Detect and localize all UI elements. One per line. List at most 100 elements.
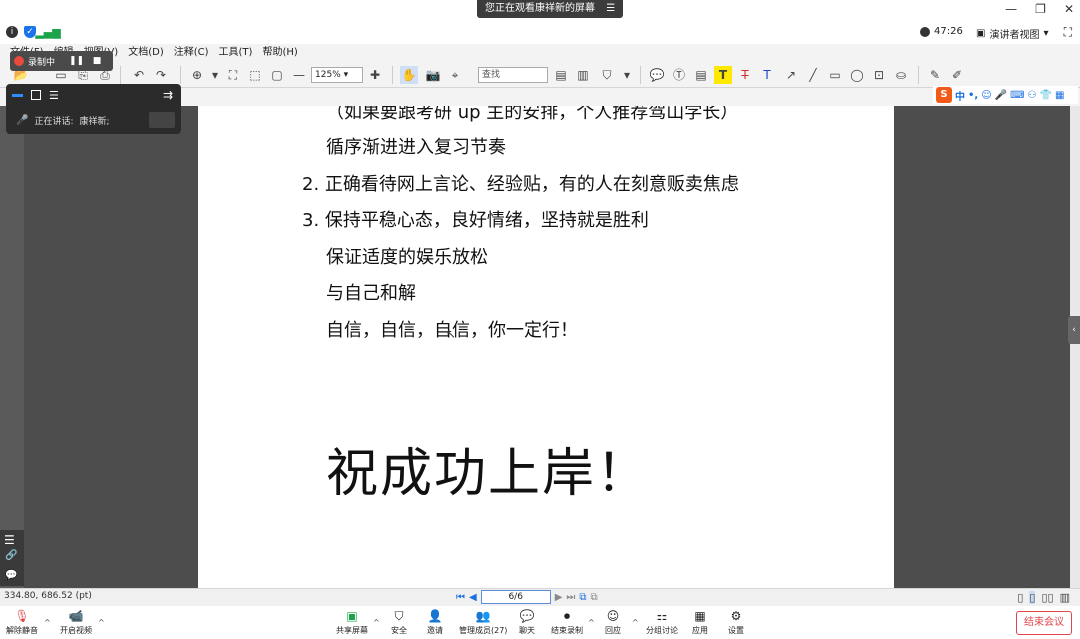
stamp-area-icon[interactable]: ⊡ <box>870 66 888 84</box>
emoji-icon[interactable]: ☺ <box>981 90 991 101</box>
single-page-icon[interactable]: ▯ <box>1017 591 1023 604</box>
speaker-panel[interactable]: ☰ ⇉ 🎤 正在讲话: 康祥新; <box>6 84 181 134</box>
list-icon[interactable]: ☰ <box>49 89 59 102</box>
chevron-up-icon[interactable]: ^ <box>44 618 51 627</box>
unmute-button[interactable]: 🎙 解除静音 <box>6 609 38 636</box>
chinese-mode-icon[interactable]: 中 <box>955 88 965 103</box>
menu-help[interactable]: 帮助(H) <box>262 44 297 62</box>
invite-label: 邀请 <box>427 626 443 635</box>
hand-tool-icon[interactable]: ✋ <box>400 66 418 84</box>
menu-icon[interactable]: ☰ <box>606 3 615 14</box>
stamp-icon[interactable]: ⛀ <box>892 66 910 84</box>
select-tool-icon[interactable]: ⌖ <box>446 66 464 84</box>
settings-button[interactable]: ⚙ 设置 <box>728 609 744 636</box>
meeting-timer: 47:26 <box>920 26 963 37</box>
members-label: 管理成员(27) <box>459 626 508 635</box>
vertical-scrollbar[interactable] <box>1070 106 1080 588</box>
recording-indicator[interactable]: 录制中 ❚❚ ■ <box>10 51 113 71</box>
settings-label: 设置 <box>728 626 744 635</box>
start-video-button[interactable]: 📹 开启视频 <box>60 609 92 636</box>
menu-comment[interactable]: 注释(C) <box>174 44 209 62</box>
rectangle-icon[interactable]: ▭ <box>826 66 844 84</box>
snapshot-icon[interactable]: 📷 <box>424 66 442 84</box>
grid-icon[interactable]: ▦ <box>1055 90 1064 101</box>
find-input[interactable]: 查找 <box>478 67 548 83</box>
stop-icon[interactable]: ■ <box>91 55 103 67</box>
signal-icon[interactable]: ▂▄▆ <box>35 26 60 39</box>
invite-button[interactable]: 👤 邀请 <box>427 609 443 636</box>
fit-width-icon[interactable]: ⬚ <box>246 66 264 84</box>
redo-icon[interactable]: ↷ <box>152 66 170 84</box>
collapse-panel-tab[interactable]: ‹ <box>1068 316 1080 344</box>
strikeout-icon[interactable]: T <box>736 66 754 84</box>
textbox-icon[interactable]: ▤ <box>692 66 710 84</box>
facing-page-icon[interactable]: ▯▯ <box>1041 591 1053 604</box>
sign-icon[interactable]: ✎ <box>926 66 944 84</box>
page-input[interactable]: 6/6 <box>480 590 551 604</box>
chat-button[interactable]: 💬 聊天 <box>519 609 535 636</box>
prev-view-icon[interactable]: ⧉ <box>579 592 586 603</box>
menu-tools[interactable]: 工具(T) <box>219 44 253 62</box>
end-meeting-button[interactable]: 结束会议 <box>1016 611 1072 635</box>
last-page-icon[interactable]: ⏭ <box>566 592 575 603</box>
find-prev-icon[interactable]: ▤ <box>552 66 570 84</box>
apps-button[interactable]: ▦ 应用 <box>692 609 708 636</box>
viewing-banner[interactable]: 您正在观看康祥新的屏幕 ☰ <box>477 0 624 18</box>
note-icon[interactable]: 💬 <box>648 66 666 84</box>
punctuation-icon[interactable]: •, <box>968 90 978 101</box>
breakout-button[interactable]: ⚏ 分组讨论 <box>646 609 678 636</box>
line-icon[interactable]: ╱ <box>804 66 822 84</box>
link-icon[interactable]: 🔗 <box>5 550 17 561</box>
undo-icon[interactable]: ↶ <box>130 66 148 84</box>
sogou-logo-icon[interactable]: S <box>936 87 952 103</box>
edit-doc-icon[interactable]: ✐ <box>948 66 966 84</box>
chevron-down-icon[interactable]: ▾ <box>618 66 636 84</box>
prev-page-icon[interactable]: ◀ <box>469 592 477 603</box>
voice-icon[interactable]: 🎤 <box>995 90 1007 101</box>
zoom-out-icon[interactable]: — <box>290 66 308 84</box>
chevron-up-icon[interactable]: ^ <box>588 618 595 627</box>
arrow-icon[interactable]: ↗ <box>782 66 800 84</box>
menu-document[interactable]: 文档(D) <box>128 44 164 62</box>
members-button[interactable]: 👥 管理成员(27) <box>459 609 507 636</box>
restore-icon[interactable]: ❐ <box>1035 2 1046 16</box>
continuous-page-icon[interactable]: ▯ <box>1029 591 1036 604</box>
zoom-plus-icon[interactable]: ✚ <box>366 66 384 84</box>
keyboard-icon[interactable]: ⌨ <box>1010 90 1024 101</box>
fullscreen-icon[interactable]: ⛶ <box>1064 25 1072 40</box>
skin-icon[interactable]: 👕 <box>1040 90 1052 101</box>
fit-visible-icon[interactable]: ▢ <box>268 66 286 84</box>
pause-icon[interactable]: ❚❚ <box>69 55 84 67</box>
text-callout-icon[interactable]: Ⓣ <box>670 66 688 84</box>
highlight-text-icon[interactable]: T <box>714 66 732 84</box>
list-icon[interactable]: ☰ <box>4 533 15 547</box>
next-page-icon[interactable]: ▶ <box>555 592 563 603</box>
reaction-button[interactable]: ☺ 回应 <box>605 609 621 636</box>
chevron-up-icon[interactable]: ^ <box>373 618 380 627</box>
user-icon[interactable]: ⚇ <box>1028 90 1037 101</box>
speaker-view-button[interactable]: ▣ 演讲者视图 ▾ <box>976 26 1048 41</box>
close-icon[interactable]: ✕ <box>1064 2 1074 16</box>
minimize-icon[interactable]: — <box>1005 2 1017 16</box>
zoom-in-icon[interactable]: ⊕ <box>188 66 206 84</box>
filter-icon[interactable]: ⛉ <box>598 66 616 84</box>
security-button[interactable]: ⛉ 安全 <box>391 609 407 636</box>
share-screen-button[interactable]: ▣ 共享屏幕 <box>336 609 368 636</box>
find-next-icon[interactable]: ▥ <box>574 66 592 84</box>
zoom-select[interactable]: 125% ▾ <box>311 67 363 83</box>
comment-icon[interactable]: 💬 <box>5 570 17 581</box>
collapse-right-icon[interactable]: ⇉ <box>163 88 173 102</box>
chevron-up-icon[interactable]: ^ <box>632 618 639 627</box>
next-view-icon[interactable]: ⧉ <box>591 592 598 603</box>
window-icon[interactable] <box>31 90 41 100</box>
underline-text-icon[interactable]: T <box>758 66 776 84</box>
chevron-up-icon[interactable]: ^ <box>98 618 105 627</box>
chevron-down-icon[interactable]: ▾ <box>206 66 224 84</box>
first-page-icon[interactable]: ⏮ <box>456 592 465 603</box>
ellipse-icon[interactable]: ◯ <box>848 66 866 84</box>
continuous-facing-icon[interactable]: ▥ <box>1060 591 1070 604</box>
stop-record-button[interactable]: ⏺ 结束录制 <box>551 609 583 636</box>
minimize-icon[interactable] <box>12 93 23 97</box>
fit-page-icon[interactable]: ⛶ <box>224 66 242 84</box>
info-icon[interactable]: i <box>6 26 18 38</box>
